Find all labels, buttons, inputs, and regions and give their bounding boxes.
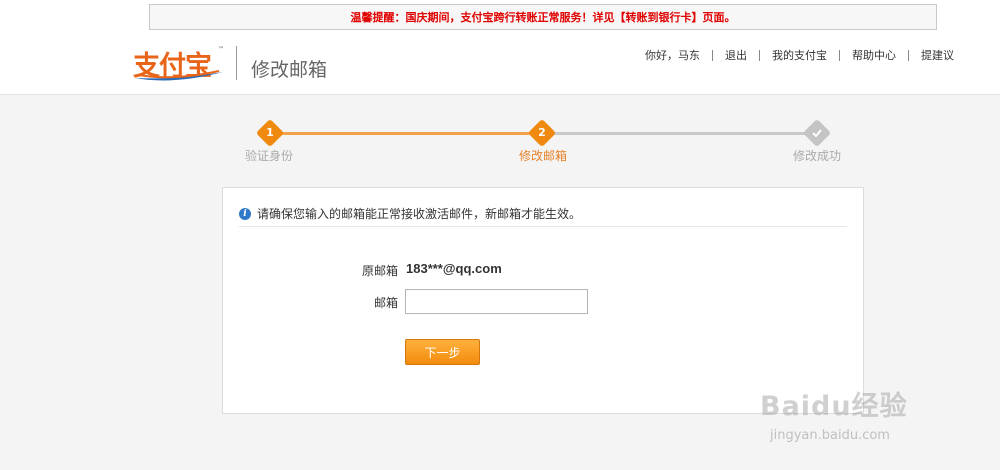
new-email-input[interactable] bbox=[405, 289, 588, 314]
step-2-label: 修改邮箱 bbox=[519, 149, 568, 163]
step-1-label: 验证身份 bbox=[245, 149, 294, 163]
holiday-notice-banner: 温馨提醒：国庆期间，支付宝跨行转账正常服务！详见【转账到银行卡】页面。 bbox=[149, 4, 937, 30]
progress-bar-pending bbox=[552, 132, 806, 135]
logout-link[interactable]: 退出 bbox=[725, 47, 747, 63]
feedback-link[interactable]: 提建议 bbox=[921, 47, 954, 63]
nav-separator bbox=[712, 49, 713, 61]
checkmark-icon bbox=[812, 129, 822, 138]
nav-separator bbox=[839, 49, 840, 61]
step-1-number: 1 bbox=[266, 126, 274, 139]
progress-steps: 1 验证身份 2 修改邮箱 修改成功 bbox=[0, 118, 1000, 170]
alipay-logo[interactable]: 支付宝 ™ bbox=[133, 44, 225, 82]
step-2-number: 2 bbox=[538, 126, 546, 139]
page-title: 修改邮箱 bbox=[251, 59, 328, 81]
logo-trademark: ™ bbox=[218, 46, 224, 53]
help-center-link[interactable]: 帮助中心 bbox=[852, 47, 896, 63]
logo-swoosh-icon bbox=[135, 70, 223, 81]
watermark-url-text: jingyan.baidu.com bbox=[770, 428, 890, 443]
info-divider bbox=[239, 226, 847, 227]
greeting-text: 你好，马东 bbox=[645, 49, 700, 62]
my-alipay-link[interactable]: 我的支付宝 bbox=[772, 47, 827, 63]
progress-bar-completed bbox=[278, 132, 530, 135]
header-divider bbox=[236, 46, 237, 80]
info-text: 请确保您输入的邮箱能正常接收激活邮件，新邮箱才能生效。 bbox=[257, 207, 582, 221]
old-email-value: 183***@qq.com bbox=[406, 261, 502, 276]
info-tip: i 请确保您输入的邮箱能正常接收激活邮件，新邮箱才能生效。 bbox=[239, 205, 581, 222]
top-nav: 你好，马东 退出 我的支付宝 帮助中心 提建议 bbox=[645, 47, 954, 63]
info-icon: i bbox=[239, 207, 251, 220]
new-email-label: 邮箱 bbox=[373, 296, 398, 310]
baidu-jingyan-watermark: Baidu经验 jingyan.baidu.com bbox=[760, 372, 960, 452]
old-email-label: 原邮箱 bbox=[361, 264, 398, 278]
nav-separator bbox=[908, 49, 909, 61]
step-3-label: 修改成功 bbox=[793, 149, 842, 163]
watermark-main-text: Baidu经验 bbox=[760, 391, 908, 422]
next-step-button[interactable]: 下一步 bbox=[405, 339, 480, 365]
nav-separator bbox=[759, 49, 760, 61]
notice-text: 温馨提醒：国庆期间，支付宝跨行转账正常服务！详见【转账到银行卡】页面。 bbox=[350, 11, 736, 24]
